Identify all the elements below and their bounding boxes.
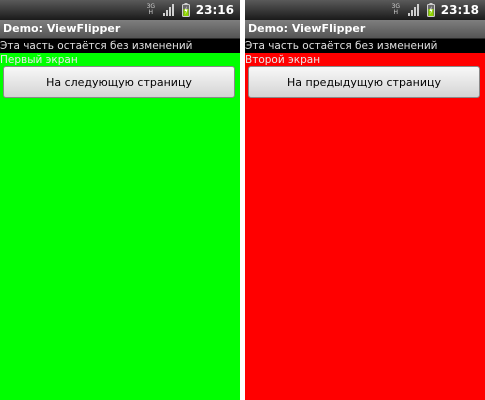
signal-strength-icon bbox=[162, 4, 174, 16]
status-clock: 23:16 bbox=[195, 3, 234, 17]
next-page-button[interactable]: На следующую страницу bbox=[3, 66, 235, 98]
status-icons: 3G H 23:18 bbox=[390, 0, 485, 20]
network-type-icon: 3G H bbox=[391, 3, 401, 16]
status-bar: 3G H 23:16 bbox=[0, 0, 240, 20]
screenshot-stage: 3G H 23:16 Demo: ViewFlipper Эта часть о… bbox=[0, 0, 485, 400]
view-flipper-page: Первый экран На следующую страницу bbox=[0, 53, 240, 400]
network-type-icon: 3G H bbox=[146, 3, 156, 16]
title-bar: Demo: ViewFlipper bbox=[245, 20, 485, 39]
screen-label: Первый экран bbox=[0, 54, 78, 66]
static-part: Эта часть остаётся без изменений bbox=[245, 39, 485, 53]
phone-screen-first: 3G H 23:16 Demo: ViewFlipper Эта часть о… bbox=[0, 0, 240, 400]
static-text: Эта часть остаётся без изменений bbox=[0, 40, 193, 52]
static-text: Эта часть остаётся без изменений bbox=[245, 40, 438, 52]
view-flipper-page: Второй экран На предыдущую страницу bbox=[245, 53, 485, 400]
signal-strength-icon bbox=[407, 4, 419, 16]
app-title: Demo: ViewFlipper bbox=[248, 22, 366, 35]
screen-label: Второй экран bbox=[245, 54, 321, 66]
phone-screen-second: 3G H 23:18 Demo: ViewFlipper Эта часть о… bbox=[245, 0, 485, 400]
status-bar: 3G H 23:18 bbox=[245, 0, 485, 20]
title-bar: Demo: ViewFlipper bbox=[0, 20, 240, 39]
battery-charging-icon bbox=[426, 3, 435, 17]
battery-charging-icon bbox=[181, 3, 190, 17]
status-icons: 3G H 23:16 bbox=[145, 0, 240, 20]
app-title: Demo: ViewFlipper bbox=[3, 22, 121, 35]
previous-page-button[interactable]: На предыдущую страницу bbox=[248, 66, 480, 98]
status-clock: 23:18 bbox=[440, 3, 479, 17]
static-part: Эта часть остаётся без изменений bbox=[0, 39, 240, 53]
